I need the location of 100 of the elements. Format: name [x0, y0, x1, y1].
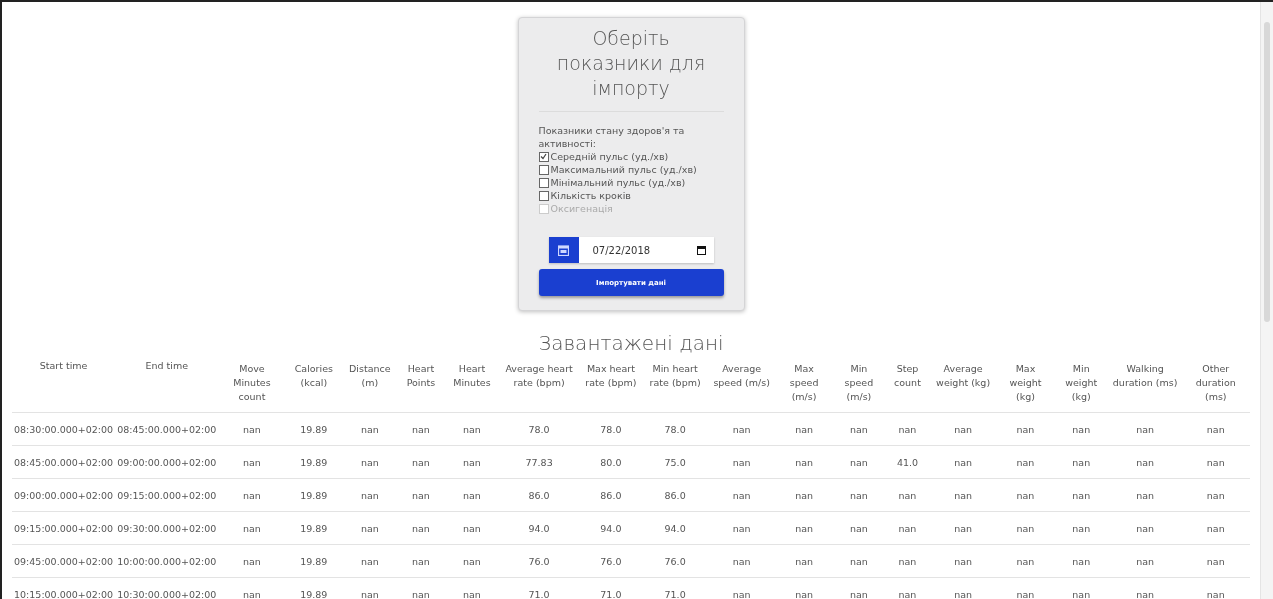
table-cell: nan [886, 478, 929, 512]
checkbox-option[interactable]: Середній пульс (уд./хв) [538, 150, 724, 163]
table-cell: nan [1181, 478, 1250, 512]
checkbox-option[interactable]: Кількість кроків [538, 189, 724, 202]
table-cell: nan [928, 445, 998, 479]
group-label: Показники стану здоров'я та активності: [538, 124, 686, 150]
calendar-icon[interactable] [696, 245, 706, 255]
table-cell: nan [218, 511, 286, 545]
column-header: Max weight (kg) [997, 359, 1054, 413]
table-cell: nan [776, 577, 832, 599]
checkbox[interactable] [538, 151, 549, 162]
table-cell: 77.83 [499, 445, 579, 479]
checkbox[interactable] [538, 164, 549, 175]
table-cell: nan [997, 577, 1054, 599]
table-cell: nan [1053, 412, 1109, 446]
table-cell: nan [928, 544, 998, 578]
table-cell: nan [886, 577, 929, 599]
table-cell: 80.0 [578, 445, 644, 479]
column-header: Heart Minutes [444, 359, 500, 413]
table-cell: 94.0 [499, 511, 579, 545]
table-cell: nan [1108, 544, 1182, 578]
table-cell: nan [928, 577, 998, 599]
table-cell: nan [928, 511, 998, 545]
date-field[interactable]: 07/22/2018 [578, 237, 714, 263]
column-header: Max speed (m/s) [776, 359, 832, 413]
checkbox-option[interactable]: Максимальний пульс (уд./хв) [538, 163, 724, 176]
table-cell: nan [831, 478, 886, 512]
table-cell: 10:30:00.000+02:00 [115, 577, 219, 599]
table-cell: nan [831, 577, 886, 599]
table-cell: 94.0 [578, 511, 644, 545]
table-cell: nan [218, 445, 286, 479]
column-header: Move Minutes count [218, 359, 286, 413]
table-cell: nan [831, 544, 886, 578]
table-cell: 41.0 [886, 445, 929, 479]
table-cell: nan [1108, 478, 1182, 512]
table-cell: nan [218, 412, 286, 446]
table-cell: nan [1053, 544, 1109, 578]
table-cell: nan [444, 478, 500, 512]
checkbox[interactable] [538, 177, 549, 188]
table-cell: nan [1053, 577, 1109, 599]
table-cell: nan [1108, 511, 1182, 545]
column-header: Min speed (m/s) [831, 359, 886, 413]
checkbox[interactable] [538, 190, 549, 201]
table-cell: nan [706, 577, 777, 599]
table-cell: nan [397, 412, 445, 446]
table-cell: nan [997, 412, 1054, 446]
table-cell: 78.0 [578, 412, 644, 446]
table-cell: nan [342, 412, 398, 446]
table-cell: nan [831, 445, 886, 479]
checkbox-option[interactable]: Мінімальний пульс (уд./хв) [538, 176, 724, 189]
table-cell: nan [218, 544, 286, 578]
column-header: Distance (m) [342, 359, 398, 413]
table-cell: 08:45:00.000+02:00 [115, 412, 219, 446]
calendar-button[interactable] [548, 237, 579, 263]
table-cell: nan [886, 412, 929, 446]
table-cell: nan [776, 412, 832, 446]
table-cell: nan [706, 445, 777, 479]
table-cell: 75.0 [643, 445, 707, 479]
table-cell: nan [706, 478, 777, 512]
card-title: Оберіть показники для імпорту [538, 26, 724, 112]
table-cell: nan [1181, 511, 1250, 545]
table-cell: nan [997, 478, 1054, 512]
table-cell: 08:30:00.000+02:00 [12, 412, 116, 446]
table-cell: 08:45:00.000+02:00 [12, 445, 116, 479]
table-cell: 76.0 [578, 544, 644, 578]
column-header: End time [115, 359, 219, 413]
table-cell: nan [342, 544, 398, 578]
table-cell: 76.0 [499, 544, 579, 578]
table-cell: nan [218, 478, 286, 512]
table-cell: 10:15:00.000+02:00 [12, 577, 116, 599]
calendar-icon [558, 244, 569, 256]
column-header: Average speed (m/s) [706, 359, 777, 413]
table-cell: 09:00:00.000+02:00 [12, 478, 116, 512]
table-cell: nan [342, 577, 398, 599]
table-cell: 19.89 [285, 511, 342, 545]
table-cell: 86.0 [643, 478, 707, 512]
table-cell: nan [997, 511, 1054, 545]
table-cell: 71.0 [643, 577, 707, 599]
column-header: Min heart rate (bpm) [643, 359, 707, 413]
table-cell: nan [1181, 412, 1250, 446]
table-cell: nan [776, 478, 832, 512]
table-cell: 09:30:00.000+02:00 [115, 511, 219, 545]
table-cell: 10:00:00.000+02:00 [115, 544, 219, 578]
table-cell: 19.89 [285, 544, 342, 578]
table-cell: nan [1053, 511, 1109, 545]
table-cell: nan [397, 511, 445, 545]
column-header: Calories (kcal) [285, 359, 342, 413]
scrollbar-thumb[interactable] [1264, 22, 1270, 322]
table-cell: nan [444, 544, 500, 578]
table-cell: nan [997, 445, 1054, 479]
table-cell: 19.89 [285, 577, 342, 599]
table-cell: nan [706, 544, 777, 578]
table-cell: nan [444, 445, 500, 479]
table-cell: nan [831, 412, 886, 446]
table-cell: nan [928, 478, 998, 512]
table-cell: 78.0 [499, 412, 579, 446]
table-cell: nan [342, 478, 398, 512]
table-cell: 09:00:00.000+02:00 [115, 445, 219, 479]
table-cell: nan [218, 577, 286, 599]
table-cell: 19.89 [285, 445, 342, 479]
